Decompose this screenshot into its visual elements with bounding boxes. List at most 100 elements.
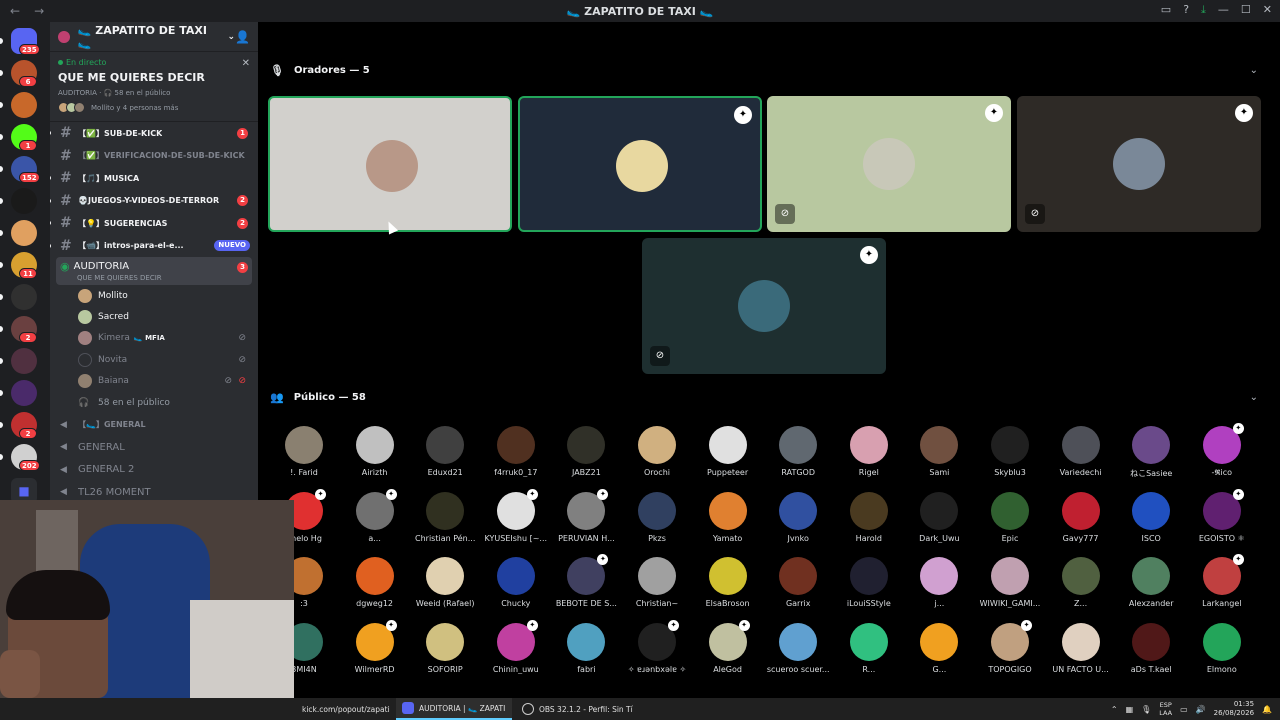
audience-member[interactable]: dgweg12	[340, 557, 410, 608]
audience-member[interactable]: G...	[904, 622, 974, 674]
audience-member[interactable]: f4rruk0_17	[481, 426, 551, 477]
audience-member[interactable]: UN FACTO U...	[1046, 622, 1116, 674]
audience-member[interactable]: ✦ TOPOGIGO	[975, 619, 1045, 674]
download-icon[interactable]: ⤓	[1201, 3, 1206, 17]
audience-member[interactable]: Elmono	[1187, 622, 1257, 674]
audience-member[interactable]: ElsaBroson	[693, 557, 763, 608]
audience-member[interactable]: ねこSasiee	[1116, 426, 1186, 479]
audience-member[interactable]: ✦ ✧ ɐɹǝnbxǝlɐ ✧	[622, 619, 692, 674]
chevron-up-icon[interactable]: ⌃	[1111, 705, 1118, 714]
audience-member[interactable]: Chucky	[481, 557, 551, 608]
speaker-tile[interactable]	[268, 96, 512, 232]
audience-member[interactable]: ✦ EGOISTO ⚛	[1187, 488, 1257, 543]
voice-channel[interactable]: ◀ GENERAL 2	[50, 458, 258, 481]
audience-member[interactable]: Epic	[975, 491, 1045, 543]
audience-member[interactable]: ✦ WilmerRD	[340, 619, 410, 674]
audience-member[interactable]: ✦ -𝕽ico	[1187, 423, 1257, 478]
server-icon[interactable]	[11, 380, 37, 406]
audience-member[interactable]: !. Farid	[269, 426, 339, 477]
inbox-icon[interactable]: ▭	[1161, 3, 1171, 17]
audience-member[interactable]: WIWIKI_GAMI...	[975, 557, 1045, 608]
audience-member[interactable]: RATGOD	[763, 426, 833, 477]
close-button[interactable]: ✕	[1263, 3, 1272, 17]
audience-member[interactable]: Variedechi	[1046, 426, 1116, 477]
audience-member[interactable]: ✦ a...	[340, 488, 410, 543]
network-icon[interactable]: ▭	[1180, 705, 1188, 714]
stage-member[interactable]: Sacred	[50, 306, 258, 327]
audience-member[interactable]: ✦ KYUSEIshu [~...	[481, 488, 551, 543]
audience-member[interactable]: Yamato	[693, 491, 763, 543]
audience-member[interactable]: j...	[904, 557, 974, 608]
text-channel[interactable]: # 【📹】intros-para-el-e... NUEVO	[50, 235, 258, 258]
audience-member[interactable]: JABZ21	[551, 426, 621, 477]
stage-member[interactable]: Novita ⊘	[50, 349, 258, 370]
audience-member[interactable]: R...	[834, 622, 904, 674]
stage-channel-auditoria[interactable]: ◉ AUDITORIA QUE ME QUIERES DECIR 3	[56, 257, 252, 285]
server-icon[interactable]	[11, 188, 37, 214]
volume-icon[interactable]: 🔊	[1196, 705, 1206, 714]
close-icon[interactable]: ✕	[242, 58, 250, 69]
audience-member[interactable]: Weeid (Rafael)	[410, 557, 480, 608]
speaker-tile[interactable]: ✦	[518, 96, 762, 232]
audience-member[interactable]: Eduxd21	[410, 426, 480, 477]
server-icon[interactable]	[11, 284, 37, 310]
audience-member[interactable]: iLouiSStyle	[834, 557, 904, 608]
audience-member[interactable]: Christian~	[622, 557, 692, 608]
audience-member[interactable]: Garrix	[763, 557, 833, 608]
audience-member[interactable]: Gavy777	[1046, 491, 1116, 543]
audience-member[interactable]: Harold	[834, 491, 904, 543]
audience-member[interactable]: Pkzs	[622, 491, 692, 543]
audience-member[interactable]: Airizth	[340, 426, 410, 477]
audience-member[interactable]: SOFORIP	[410, 622, 480, 674]
audience-member[interactable]: Puppeteer	[693, 426, 763, 477]
text-channel[interactable]: # 【🎵】MUSICA	[50, 167, 258, 190]
stage-member[interactable]: Baiana ⊘ ⊘	[50, 371, 258, 392]
audience-member[interactable]: Alexzander	[1116, 557, 1186, 608]
audience-member[interactable]: Sami	[904, 426, 974, 477]
audience-member[interactable]: scueroo scuer...	[763, 622, 833, 674]
server-icon[interactable]	[11, 92, 37, 118]
help-icon[interactable]: ?	[1183, 3, 1189, 17]
audience-member[interactable]: ✦ Larkangel	[1187, 554, 1257, 608]
chevron-down-icon[interactable]: ⌄	[1250, 65, 1258, 76]
app-tray-icon[interactable]: ▦	[1126, 705, 1134, 714]
server-header[interactable]: 🥿 ZAPATITO DE TAXI 🥿 ⌄ 👤	[50, 22, 258, 52]
text-channel[interactable]: # 【✅】VERIFICACION-DE-SUB-DE-KICK	[50, 145, 258, 168]
audience-member[interactable]: Christian Pén...	[410, 491, 480, 543]
audience-member[interactable]: ISCO	[1116, 491, 1186, 543]
notification-bell-icon[interactable]: 🔔	[1262, 705, 1272, 714]
audience-member[interactable]: Rigel	[834, 426, 904, 477]
microphone-icon[interactable]: 🎙	[1141, 705, 1151, 714]
text-channel[interactable]: # 【✅】SUB-DE-KICK 1	[50, 122, 258, 145]
clock[interactable]: 01:35 26/08/2026	[1214, 700, 1254, 718]
live-stage-card[interactable]: En directo QUE ME QUIERES DECIR AUDITORI…	[50, 52, 258, 122]
audience-member[interactable]: ✦ PERUVIAN H...	[551, 488, 621, 543]
text-channel[interactable]: # 【💡】SUGERENCIAS 2	[50, 212, 258, 235]
speaker-tile[interactable]: ✦ ⊘	[1017, 96, 1261, 232]
audience-member[interactable]: ✦ AleGod	[693, 619, 763, 674]
taskbar-item-kick[interactable]: kick.com/popout/zapati	[296, 698, 392, 720]
audience-member[interactable]: aDs T.kael	[1116, 622, 1186, 674]
speaker-tile[interactable]: ✦ ⊘	[767, 96, 1011, 232]
audience-member[interactable]: ✦ BEBOTE DE S...	[551, 554, 621, 608]
voice-channel[interactable]: ◀ 【🥿】GENERAL	[50, 413, 258, 436]
stage-member[interactable]: Mollito	[50, 285, 258, 306]
invite-people-icon[interactable]: 👤	[235, 30, 250, 44]
minimize-button[interactable]: —	[1218, 3, 1229, 17]
audience-member[interactable]: ✦ Chinin_uwu	[481, 619, 551, 674]
server-icon[interactable]	[11, 220, 37, 246]
audience-member[interactable]: Skyblu3	[975, 426, 1045, 477]
taskbar-item-discord[interactable]: AUDITORIA | 🥿 ZAPATI	[396, 698, 512, 720]
audience-count-row[interactable]: 🎧 58 en el público	[50, 392, 258, 413]
stage-member[interactable]: Kimera 🥿 MFIA ⊘	[50, 328, 258, 349]
chevron-down-icon[interactable]: ⌄	[1250, 392, 1258, 403]
audience-member[interactable]: fabri	[551, 622, 621, 674]
taskbar-item-obs[interactable]: OBS 32.1.2 - Perfil: Sin Tí	[518, 698, 638, 720]
language-indicator[interactable]: ESP LAA	[1159, 701, 1172, 717]
maximize-button[interactable]: ☐	[1241, 3, 1251, 17]
audience-member[interactable]: Z...	[1046, 557, 1116, 608]
audience-member[interactable]: Dark_Uwu	[904, 491, 974, 543]
speaker-tile[interactable]: ✦ ⊘	[642, 238, 886, 374]
server-icon[interactable]	[11, 348, 37, 374]
text-channel[interactable]: # 💀JUEGOS-Y-VIDEOS-DE-TERROR 2	[50, 190, 258, 213]
